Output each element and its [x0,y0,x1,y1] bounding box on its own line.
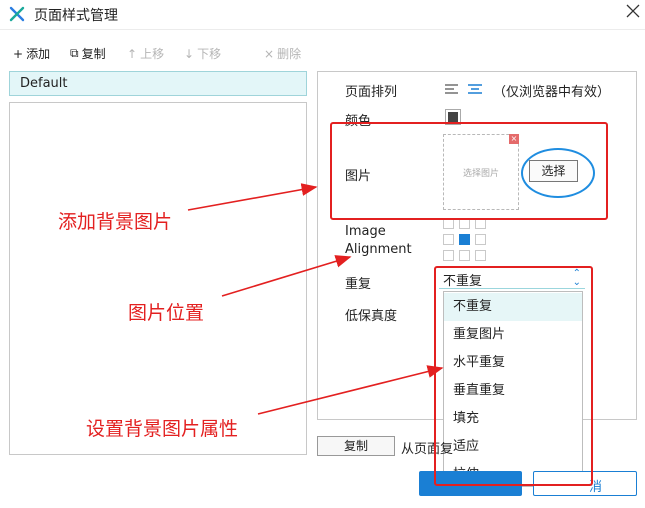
arrow-bg-props [257,365,444,415]
arrow-add-bg [187,183,318,211]
annotation-add-bg-image: 添加背景图片 [58,211,173,233]
annotation-image-position: 图片位置 [128,302,205,324]
arrow-image-position [221,255,352,297]
annotation-set-bg-props: 设置背景图片属性 [86,418,239,440]
